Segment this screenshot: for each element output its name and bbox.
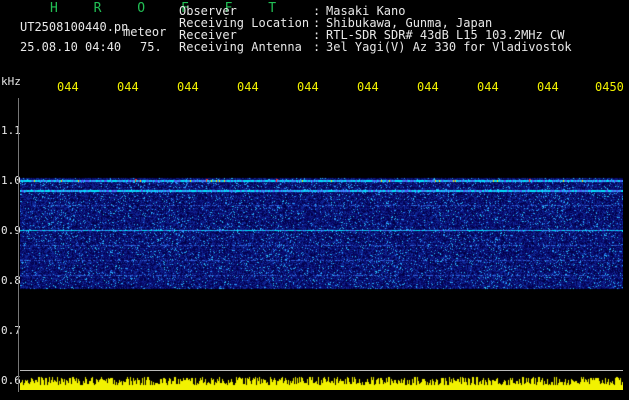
meteor-label: meteor (123, 25, 167, 39)
time-tick-label: 044 (57, 80, 79, 94)
y-tick-label: 0.8 (1, 274, 21, 287)
y-tick-label: 0.7 (1, 324, 21, 337)
frequency-unit: kHz (1, 75, 21, 88)
date-time: 25.08.10 04:40 (20, 40, 122, 54)
signal-power-bar (20, 376, 623, 390)
time-tick-label: 044 (297, 80, 319, 94)
time-tick-label: 044 (417, 80, 439, 94)
app-brand: H R O F F T (50, 1, 291, 16)
hrofft-screen: H R O F F T UT2508100440.pn meteor 25.08… (0, 0, 629, 400)
spectrogram-plot (20, 100, 623, 390)
sample-number: 75. (140, 40, 162, 54)
time-tick-label: 0450 (595, 80, 624, 94)
time-tick-label: 044 (237, 80, 259, 94)
y-tick-label: 1.0 (1, 174, 21, 187)
baseline-divider (20, 370, 623, 371)
file-name: UT2508100440.pn (20, 20, 129, 34)
time-tick-label: 044 (537, 80, 559, 94)
frequency-axis-line (18, 98, 19, 392)
y-tick-label: 0.9 (1, 224, 21, 237)
time-tick-label: 044 (357, 80, 379, 94)
antenna-sep: : (313, 40, 321, 54)
spectrogram-waterfall (20, 100, 623, 370)
y-tick-label: 0.6 (1, 374, 21, 387)
time-tick-label: 044 (177, 80, 199, 94)
antenna-label: Receiving Antenna (179, 40, 302, 54)
antenna-value: 3el Yagi(V) Az 330 for Vladivostok (326, 40, 572, 54)
time-tick-label: 044 (117, 80, 139, 94)
time-tick-label: 044 (477, 80, 499, 94)
y-tick-label: 1.1 (1, 124, 21, 137)
